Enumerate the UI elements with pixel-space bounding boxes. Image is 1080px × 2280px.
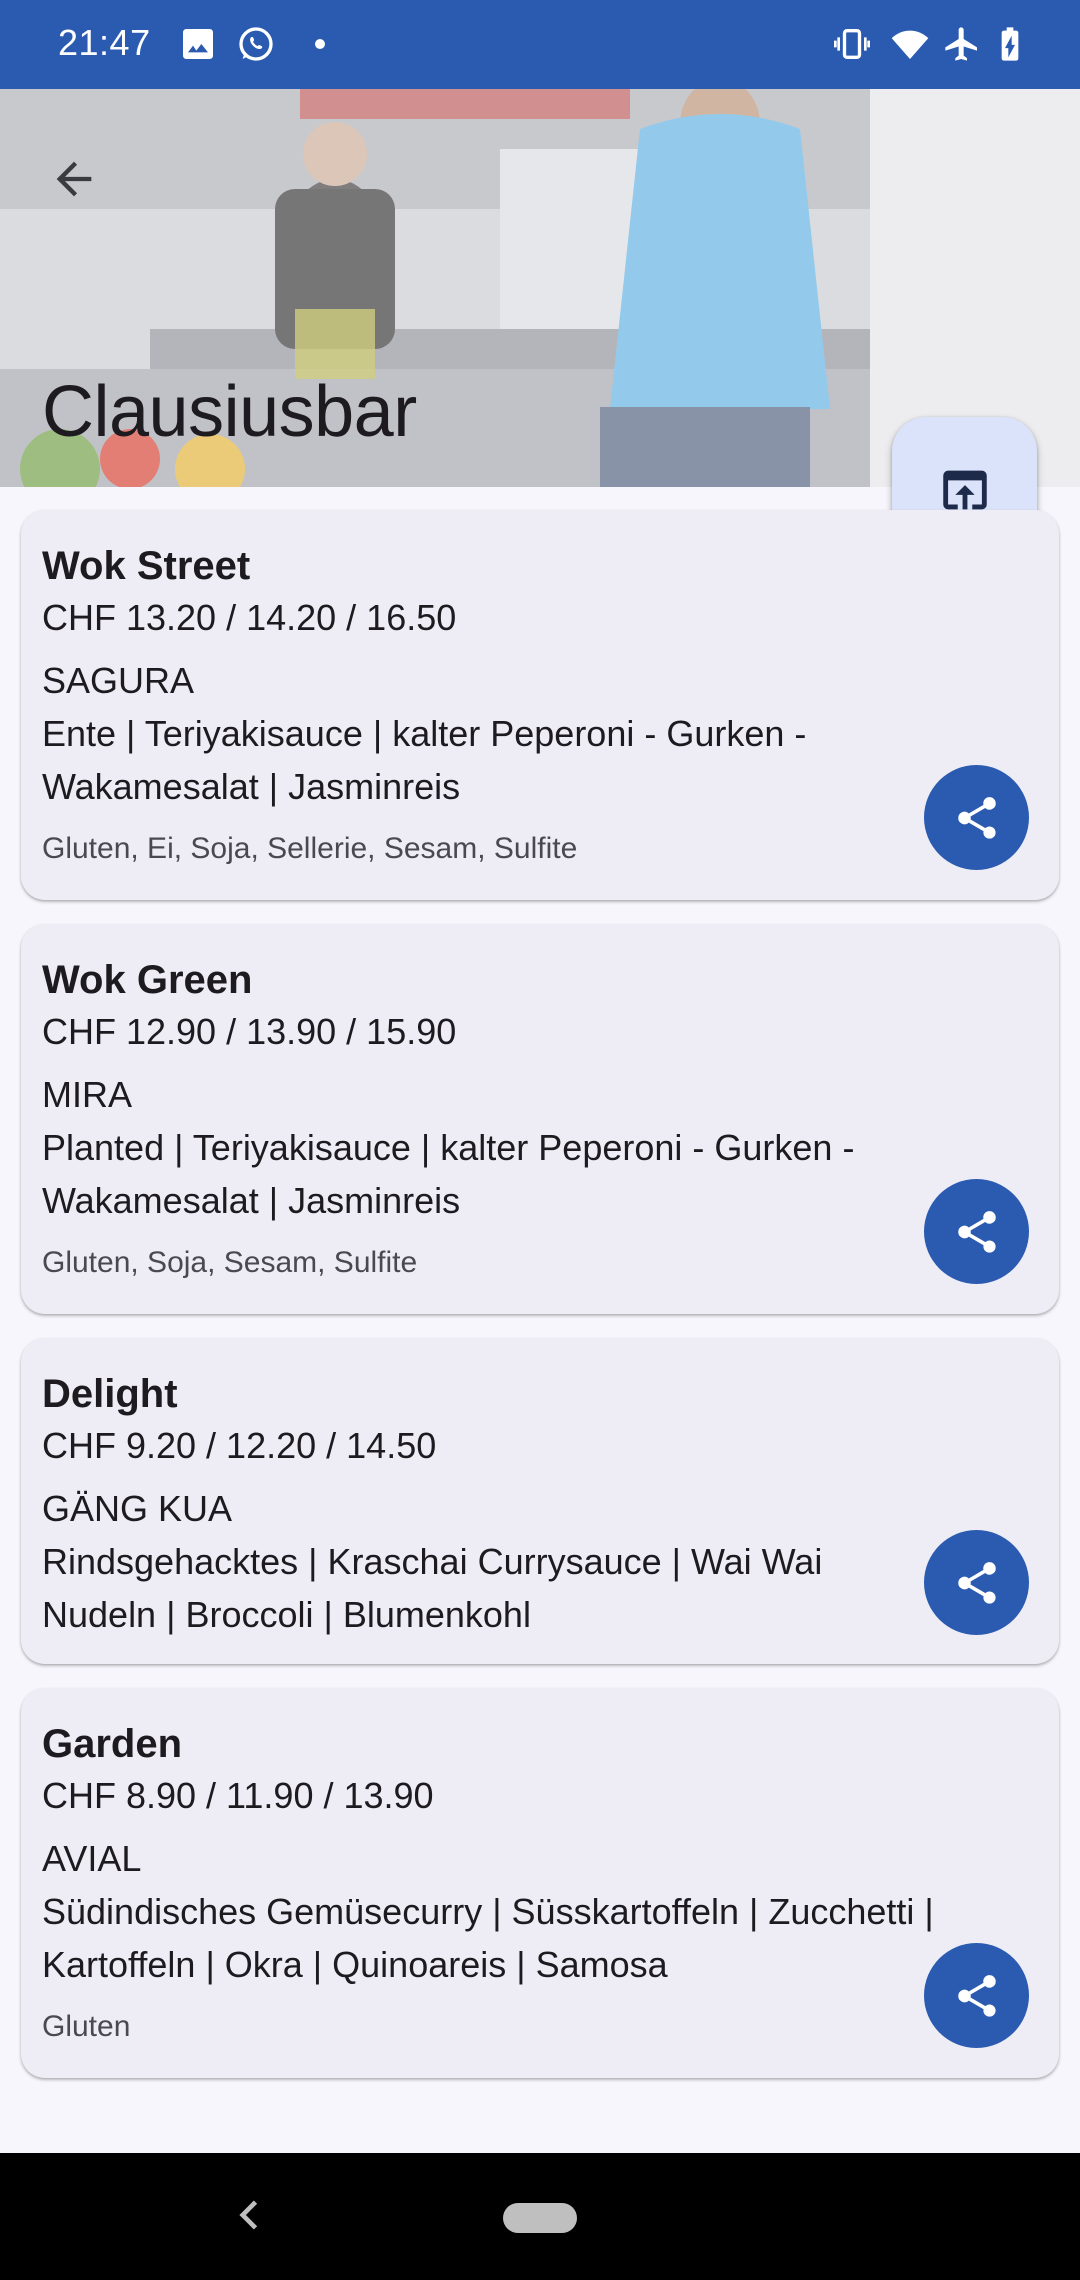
menu-name: Garden	[42, 1722, 183, 1766]
nav-back-icon[interactable]	[228, 2193, 272, 2237]
menu-price: CHF 13.20 / 14.20 / 16.50	[42, 597, 457, 638]
nav-home-handle[interactable]	[503, 2203, 577, 2233]
page-title: Clausiusbar	[42, 372, 417, 452]
dish-title: AVIAL	[42, 1838, 142, 1880]
wifi-icon	[891, 30, 929, 59]
menu-card: Wok Green CHF 12.90 / 13.90 / 15.90 MIRA…	[21, 924, 1059, 1314]
share-icon	[957, 1561, 996, 1604]
allergens: Gluten	[42, 2010, 131, 2044]
menu-price: CHF 9.20 / 12.20 / 14.50	[42, 1425, 437, 1466]
dish-description: Planted | Teriyakisauce | kalter Peperon…	[42, 1127, 855, 1222]
menu-card: Delight CHF 9.20 / 12.20 / 14.50 GÄNG KU…	[21, 1338, 1059, 1664]
arrow-left-icon	[56, 161, 92, 197]
share-icon	[957, 796, 996, 839]
vibrate-icon	[834, 29, 870, 59]
allergens: Gluten, Ei, Soja, Sellerie, Sesam, Sulfi…	[42, 832, 578, 866]
dish-description: Ente | Teriyakisauce | kalter Peperoni -…	[42, 713, 807, 808]
menu-name: Wok Green	[42, 958, 253, 1002]
dot-icon	[315, 39, 325, 49]
menu-name: Delight	[42, 1372, 178, 1416]
share-icon	[957, 1210, 996, 1253]
dish-title: SAGURA	[42, 660, 195, 702]
dish-description: Südindisches Gemüsecurry | Süsskartoffel…	[42, 1891, 934, 1986]
menu-card: Wok Street CHF 13.20 / 14.20 / 16.50 SAG…	[21, 510, 1059, 900]
battery-charging-icon	[1001, 27, 1019, 61]
back-button[interactable]	[36, 141, 112, 217]
airplane-icon	[945, 27, 977, 61]
whatsapp-icon	[239, 27, 273, 61]
image-icon	[183, 29, 213, 59]
menu-price: CHF 8.90 / 11.90 / 13.90	[42, 1775, 434, 1816]
allergens: Gluten, Soja, Sesam, Sulfite	[42, 1246, 418, 1280]
status-time: 21:47	[58, 22, 151, 63]
dish-title: GÄNG KUA	[42, 1488, 233, 1530]
dish-description: Rindsgehacktes | Kraschai Currysauce | W…	[42, 1541, 823, 1636]
status-bar: 21:47	[0, 0, 1080, 89]
share-icon	[957, 1974, 996, 2017]
menu-price: CHF 12.90 / 13.90 / 15.90	[42, 1011, 457, 1052]
menu-name: Wok Street	[42, 544, 251, 588]
share-button[interactable]	[924, 1943, 1029, 2048]
menu-card: Garden CHF 8.90 / 11.90 / 13.90 AVIAL Sü…	[21, 1688, 1059, 2078]
share-button[interactable]	[924, 1179, 1029, 1284]
share-button[interactable]	[924, 1530, 1029, 1635]
dish-title: MIRA	[42, 1074, 132, 1116]
share-button[interactable]	[924, 765, 1029, 870]
